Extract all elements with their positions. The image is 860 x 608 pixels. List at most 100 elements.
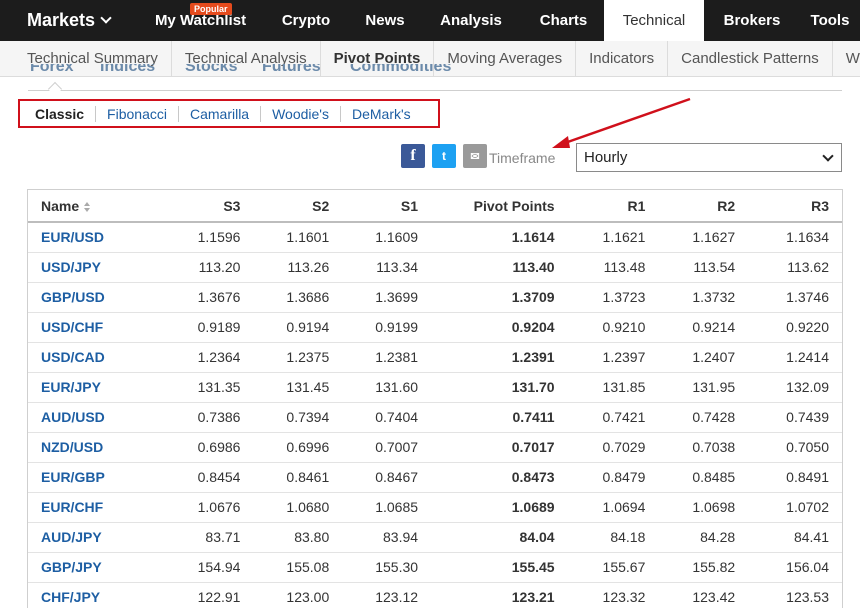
cell-s1: 155.30	[342, 552, 432, 583]
cell-r3: 0.8491	[748, 462, 842, 493]
cell-name[interactable]: EUR/GBP	[28, 462, 158, 493]
cell-s1: 1.2381	[342, 342, 432, 373]
cell-s1: 83.94	[342, 522, 432, 553]
nav-charts[interactable]: Charts	[523, 0, 604, 41]
nav-crypto[interactable]: Crypto	[261, 0, 351, 41]
cell-s1: 131.60	[342, 372, 432, 403]
cell-s2: 0.6996	[253, 432, 343, 463]
nav-tools[interactable]: Tools	[800, 0, 860, 41]
nav-technical[interactable]: Technical	[604, 0, 704, 41]
cell-name[interactable]: GBP/JPY	[28, 552, 158, 583]
cell-name[interactable]: GBP/USD	[28, 282, 158, 313]
cell-s2: 113.26	[253, 252, 343, 283]
method-tab-woodies[interactable]: Woodie's	[261, 105, 341, 122]
cell-name[interactable]: EUR/CHF	[28, 492, 158, 523]
table-row: GBP/JPY 154.94 155.08 155.30 155.45 155.67 155…	[28, 552, 842, 583]
cell-name[interactable]: EUR/JPY	[28, 372, 158, 403]
cell-s3: 113.20	[157, 252, 254, 283]
cell-r2: 1.0698	[658, 492, 749, 523]
cell-r2: 0.8485	[658, 462, 749, 493]
cell-pivot: 123.21	[431, 582, 568, 608]
nav-brokers[interactable]: Brokers	[704, 0, 800, 41]
markets-label: Markets	[27, 10, 96, 30]
cell-s2: 155.08	[253, 552, 343, 583]
chevron-down-icon	[100, 12, 112, 24]
cell-name[interactable]: USD/CHF	[28, 312, 158, 343]
twitter-share-icon[interactable]: t	[432, 144, 456, 168]
cell-r1: 123.32	[567, 582, 659, 608]
table-header-row: Name S3 S2 S1 Pivot Points R1 R2 R3	[28, 190, 842, 223]
cell-s1: 0.7007	[342, 432, 432, 463]
cell-name[interactable]: AUD/USD	[28, 402, 158, 433]
method-tab-demarks[interactable]: DeMark's	[341, 106, 422, 122]
cell-r1: 113.48	[567, 252, 659, 283]
cell-r2: 0.9214	[658, 312, 749, 343]
cell-pivot: 1.2391	[431, 342, 568, 373]
nav-my-watchlist[interactable]: Popular My Watchlist	[140, 0, 261, 41]
nav-label: Charts	[539, 12, 588, 29]
cell-s3: 0.8454	[157, 462, 254, 493]
cell-pivot: 0.7017	[431, 432, 568, 463]
col-header-s1: S1	[342, 190, 432, 223]
timeframe-select[interactable]: Hourly	[576, 143, 842, 172]
facebook-share-icon[interactable]: f	[401, 144, 425, 168]
asset-tab-indices[interactable]: Indices	[100, 64, 155, 76]
top-nav: Markets Popular My Watchlist Crypto News…	[0, 0, 860, 41]
cell-r3: 113.62	[748, 252, 842, 283]
cell-s1: 113.34	[342, 252, 432, 283]
cell-name[interactable]: EUR/USD	[28, 222, 158, 253]
cell-r3: 132.09	[748, 372, 842, 403]
cell-r1: 0.7029	[567, 432, 659, 463]
cell-r3: 0.7050	[748, 432, 842, 463]
cell-r3: 1.0702	[748, 492, 842, 523]
cell-s3: 1.0676	[157, 492, 254, 523]
cell-s1: 0.9199	[342, 312, 432, 343]
method-tab-classic[interactable]: Classic	[24, 105, 97, 122]
table-row: GBP/USD 1.3676 1.3686 1.3699 1.3709 1.3723 1.3…	[28, 282, 842, 313]
col-header-name[interactable]: Name	[28, 190, 158, 223]
cell-s1: 1.1609	[342, 222, 432, 253]
cell-r2: 123.42	[658, 582, 749, 608]
cell-name[interactable]: NZD/USD	[28, 432, 158, 463]
cell-s3: 83.71	[157, 522, 254, 553]
nav-analysis[interactable]: Analysis	[419, 0, 523, 41]
asset-tab-stocks[interactable]: Stocks	[185, 64, 237, 76]
email-share-icon[interactable]: ✉	[463, 144, 487, 168]
cell-s1: 0.7404	[342, 402, 432, 433]
chevron-down-icon	[822, 150, 834, 162]
cell-r3: 0.9220	[748, 312, 842, 343]
cell-pivot: 0.9204	[431, 312, 568, 343]
cell-r2: 1.1627	[658, 222, 749, 253]
cell-s3: 154.94	[157, 552, 254, 583]
cell-r2: 0.7428	[658, 402, 749, 433]
timeframe-value: Hourly	[584, 149, 628, 166]
cell-r3: 156.04	[748, 552, 842, 583]
cell-s2: 1.0680	[253, 492, 343, 523]
cell-name[interactable]: USD/JPY	[28, 252, 158, 283]
cell-r2: 113.54	[658, 252, 749, 283]
cell-r2: 155.82	[658, 552, 749, 583]
cell-s2: 1.3686	[253, 282, 343, 313]
asset-tab-futures[interactable]: Futures	[262, 64, 321, 76]
nav-label: News	[365, 12, 405, 29]
cell-r1: 0.8479	[567, 462, 659, 493]
method-tab-camarilla[interactable]: Camarilla	[179, 105, 262, 122]
markets-menu[interactable]: Markets	[0, 0, 140, 41]
method-tab-fibonacci[interactable]: Fibonacci	[96, 105, 179, 122]
cell-r3: 1.3746	[748, 282, 842, 313]
cell-name[interactable]: USD/CAD	[28, 342, 158, 373]
timeframe-label: Timeframe	[489, 150, 556, 166]
asset-tab-forex[interactable]: Forex	[30, 64, 74, 76]
asset-tab-commodities[interactable]: Commodities	[350, 64, 451, 76]
cell-pivot: 1.0689	[431, 492, 568, 523]
table-row: EUR/GBP 0.8454 0.8461 0.8467 0.8473 0.8479 0.8…	[28, 462, 842, 493]
cell-r3: 1.1634	[748, 222, 842, 253]
cell-s3: 0.6986	[157, 432, 254, 463]
cell-name[interactable]: AUD/JPY	[28, 522, 158, 553]
sort-icon[interactable]	[84, 201, 91, 212]
nav-news[interactable]: News	[351, 0, 419, 41]
col-header-s2: S2	[253, 190, 343, 223]
cell-pivot: 1.3709	[431, 282, 568, 313]
asset-tabs: Forex Indices Stocks Futures Commodities	[30, 64, 850, 78]
cell-name[interactable]: CHF/JPY	[28, 582, 158, 608]
